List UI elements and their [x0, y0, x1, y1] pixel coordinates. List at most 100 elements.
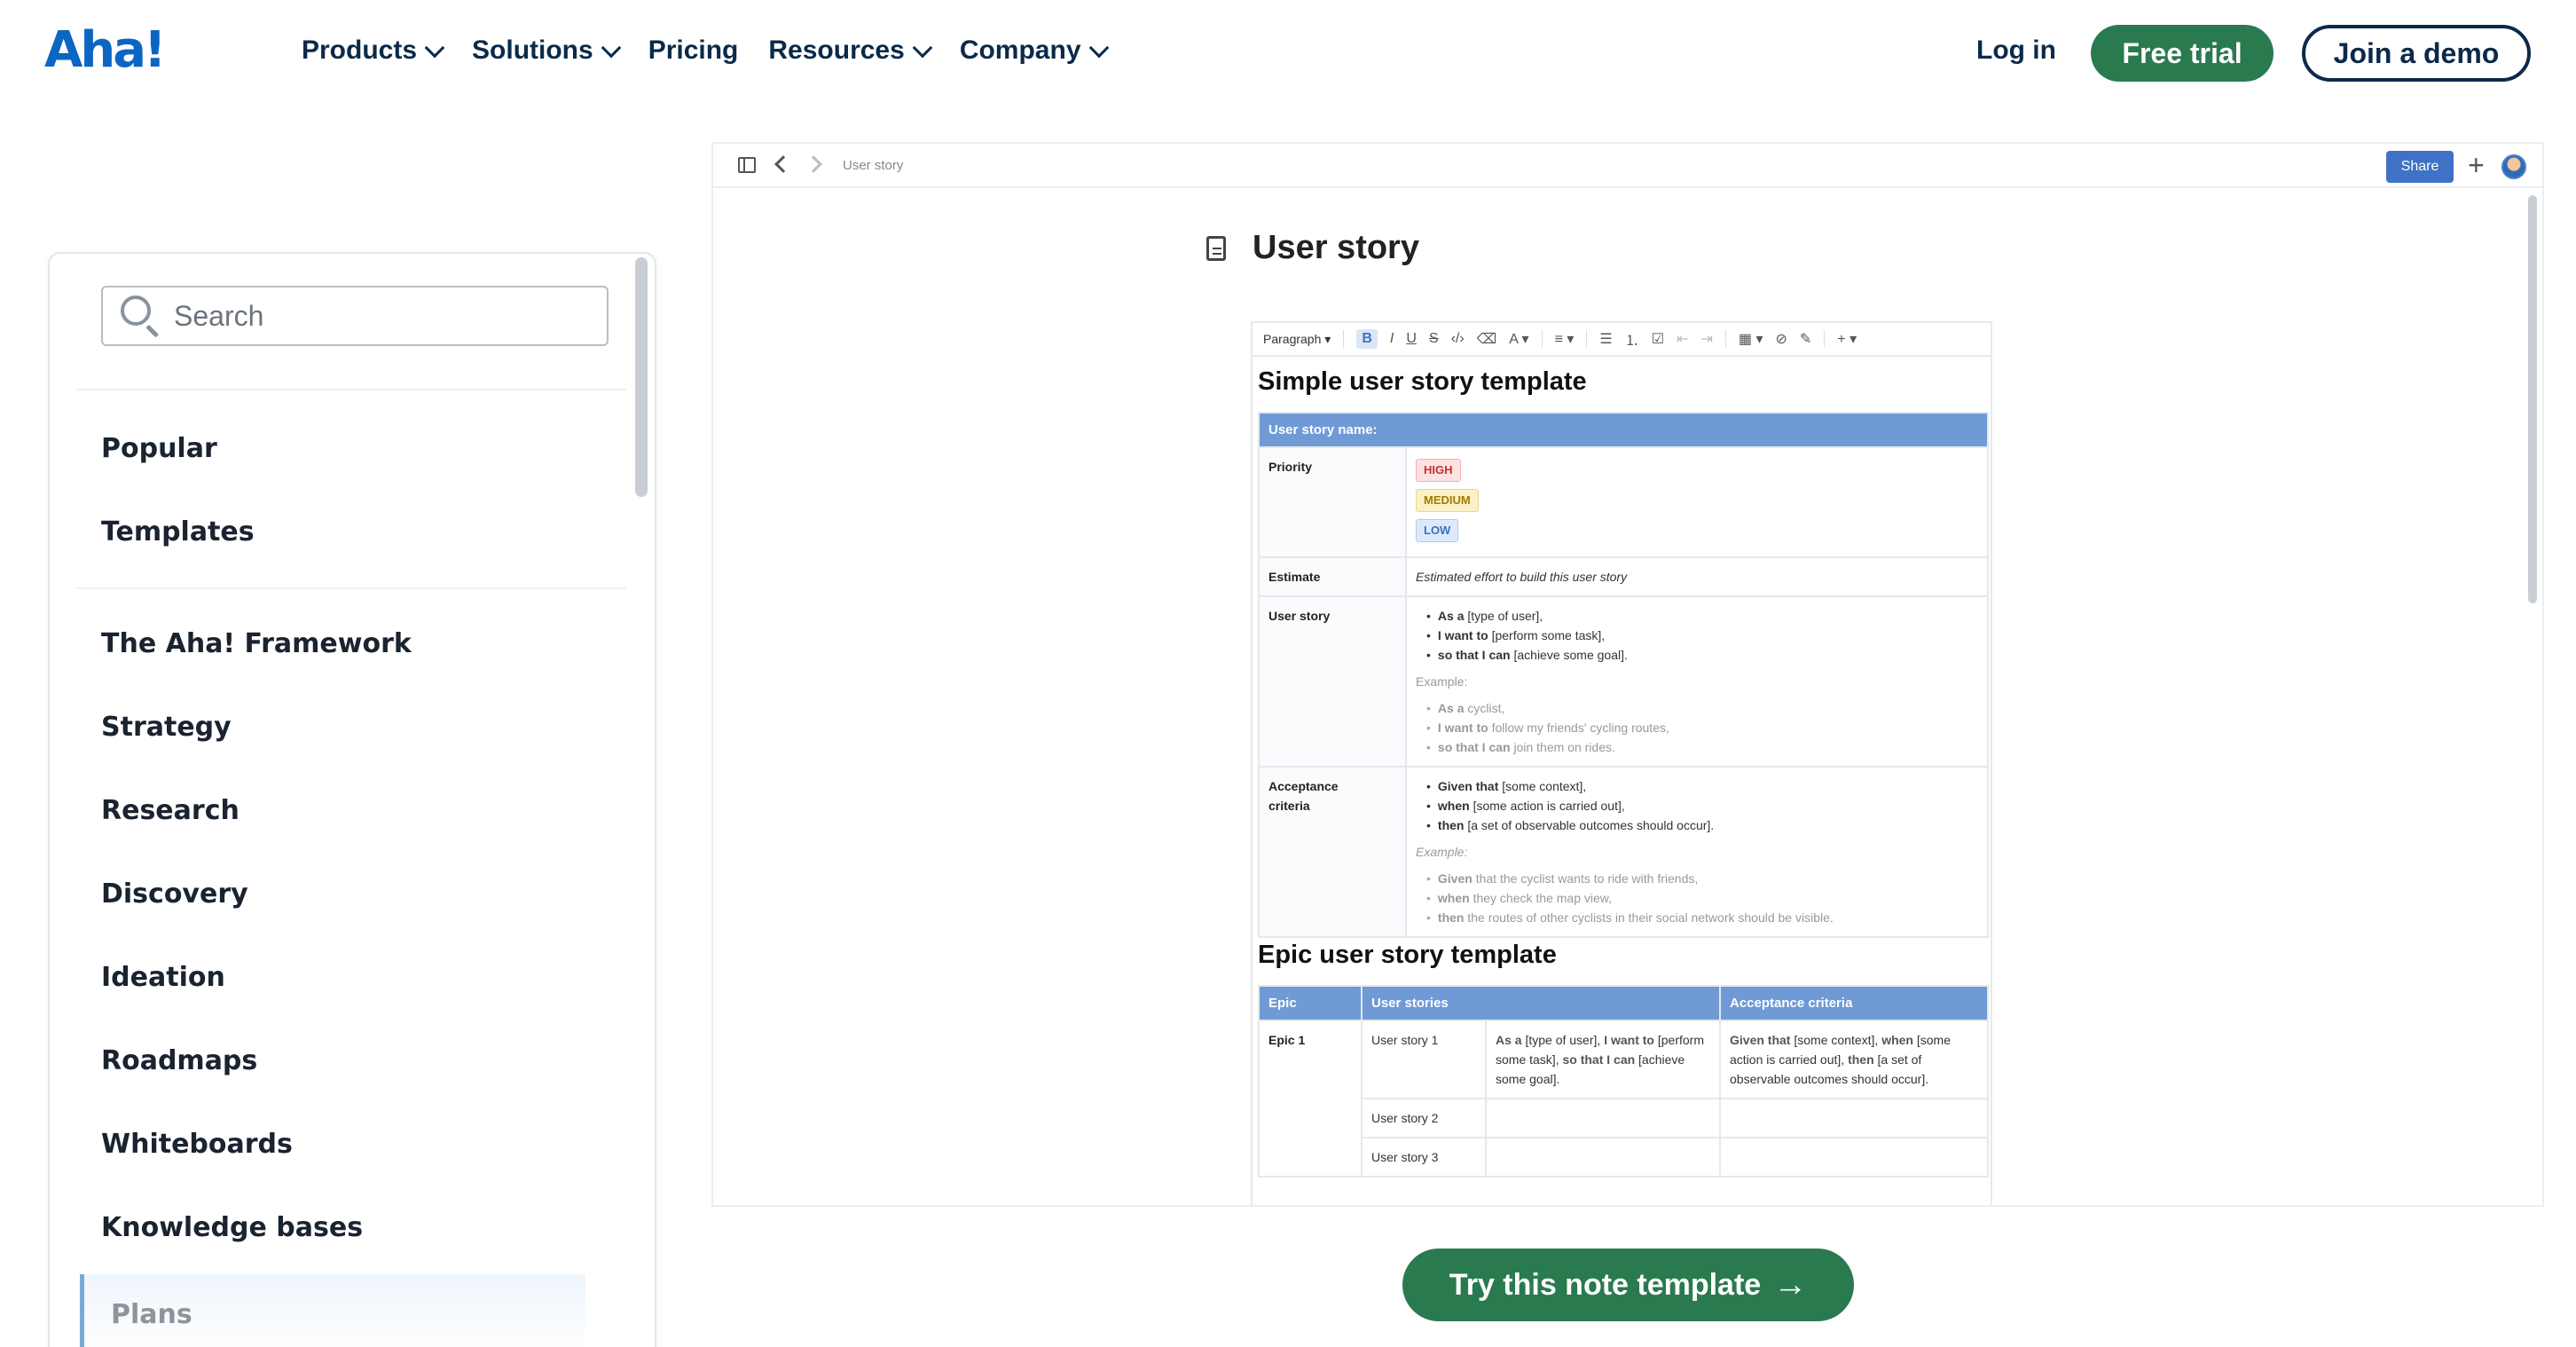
share-button: Share	[2386, 151, 2454, 183]
simple-template-heading: Simple user story template	[1258, 367, 1587, 396]
try-template-button[interactable]: Try this note template →	[1402, 1249, 1854, 1321]
chevron-down-icon	[1088, 37, 1109, 59]
chevron-down-icon	[912, 37, 933, 59]
acceptance-criteria-label: Acceptance criteria	[1258, 766, 1407, 938]
forward-arrow-icon	[805, 155, 822, 173]
nav-products[interactable]: Products	[302, 35, 445, 66]
col-acceptance-criteria: Acceptance criteria	[1719, 985, 1989, 1021]
sidebar-item-discovery[interactable]: Discovery	[101, 878, 248, 910]
breadcrumb: User story	[843, 158, 904, 173]
sidebar-item-plans[interactable]: Plans	[80, 1274, 585, 1347]
empty-cell	[1485, 1137, 1721, 1178]
empty-cell	[1719, 1098, 1989, 1138]
list-item: Given that [some context],	[1426, 776, 1978, 796]
arrow-right-icon: →	[1773, 1265, 1808, 1304]
epic-1-label: Epic 1	[1258, 1020, 1363, 1178]
sidebar-item-whiteboards[interactable]: Whiteboards	[101, 1129, 293, 1160]
note-editor: Paragraph ▾ B I U S ‹/› ⌫ A ▾ ≡ ▾ ☰ ⒈ ☑ …	[1251, 321, 1992, 1205]
col-epic: Epic	[1258, 985, 1363, 1021]
main-nav: Products Solutions Pricing Resources Com…	[302, 35, 1136, 66]
example-label: Example:	[1416, 845, 1468, 859]
epic-template-table: Epic User stories Acceptance criteria Ep…	[1258, 985, 1989, 1178]
table-row: User story As a [type of user], I want t…	[1258, 595, 1989, 768]
join-demo-button[interactable]: Join a demo	[2302, 25, 2531, 82]
doc-title: User story	[1253, 229, 1419, 266]
list-item: Given that the cyclist wants to ride wit…	[1426, 869, 1978, 888]
document-icon	[1206, 235, 1226, 261]
plus-icon: +	[2468, 149, 2485, 181]
outdent-icon: ⇤	[1677, 332, 1689, 347]
editor-toolbar: Paragraph ▾ B I U S ‹/› ⌫ A ▾ ≡ ▾ ☰ ⒈ ☑ …	[1253, 323, 1991, 357]
bullet-list-icon: ☰	[1599, 332, 1613, 347]
table-row: Priority HIGH MEDIUM LOW	[1258, 446, 1989, 558]
search-input[interactable]	[174, 299, 600, 333]
table-row: Acceptancecriteria Given that [some cont…	[1258, 766, 1989, 938]
sidebar-item-knowledge-bases[interactable]: Knowledge bases	[101, 1212, 363, 1243]
list-item: then [a set of observable outcomes shoul…	[1426, 815, 1978, 835]
sidebar-item-framework[interactable]: The Aha! Framework	[101, 628, 412, 659]
list-item: I want to [perform some task],	[1426, 626, 1978, 645]
sidebar-item-templates[interactable]: Templates	[101, 516, 255, 547]
priority-values: HIGH MEDIUM LOW	[1405, 446, 1989, 558]
priority-label: Priority	[1258, 446, 1407, 558]
align-icon: ≡ ▾	[1554, 332, 1575, 347]
user-story-1-text: As a [type of user], I want to [perform …	[1485, 1020, 1721, 1099]
table-row: User story 3	[1259, 1137, 1989, 1178]
estimate-value: Estimated effort to build this user stor…	[1405, 556, 1989, 597]
nav-pricing[interactable]: Pricing	[648, 35, 739, 66]
estimate-label: Estimate	[1258, 556, 1407, 597]
insert-plus-icon: + ▾	[1837, 332, 1857, 347]
user-story-label: User story	[1258, 595, 1407, 768]
strikethrough-icon: S	[1428, 331, 1439, 346]
sidebar-divider	[76, 587, 626, 589]
sidebar-item-popular[interactable]: Popular	[101, 433, 217, 464]
table-row: User story 2	[1259, 1098, 1989, 1138]
doc-title-row: User story	[1206, 229, 1419, 267]
table-row: Epic 1 User story 1 As a [type of user],…	[1258, 1020, 1989, 1178]
numbered-list-icon: ⒈	[1624, 334, 1639, 349]
nav-company-label: Company	[959, 35, 1081, 65]
link-icon: ⊘	[1775, 332, 1787, 347]
nav-solutions[interactable]: Solutions	[472, 35, 622, 66]
paragraph-style-select: Paragraph ▾	[1263, 331, 1331, 346]
list-item: so that I can [achieve some goal].	[1426, 645, 1978, 665]
aha-logo[interactable]: Aha!	[44, 21, 167, 79]
list-item: As a cyclist,	[1426, 698, 1978, 718]
preview-topbar: User story Share +	[713, 144, 2542, 188]
sidebar-search	[101, 286, 609, 346]
priority-low-badge: LOW	[1416, 519, 1459, 542]
epic-template-heading: Epic user story template	[1258, 941, 1557, 969]
list-item: when they check the map view,	[1426, 888, 1978, 908]
nav-company[interactable]: Company	[959, 35, 1109, 66]
col-user-stories: User stories	[1361, 985, 1721, 1021]
list-item: when [some action is carried out],	[1426, 796, 1978, 815]
sidebar-scrollbar[interactable]	[635, 257, 648, 497]
example-label: Example:	[1416, 674, 1468, 689]
sidebar-item-research[interactable]: Research	[101, 795, 240, 826]
table-row: Estimate Estimated effort to build this …	[1258, 556, 1989, 597]
bold-icon: B	[1356, 329, 1378, 349]
cta-label: Try this note template	[1449, 1267, 1762, 1302]
avatar	[2501, 154, 2526, 179]
italic-icon: I	[1389, 331, 1394, 346]
priority-medium-badge: MEDIUM	[1416, 489, 1479, 512]
user-story-cell: As a [type of user], I want to [perform …	[1405, 595, 1989, 768]
sidebar-divider	[76, 389, 626, 390]
chevron-down-icon	[601, 37, 622, 59]
user-story-1-ac: Given that [some context], when [some ac…	[1719, 1020, 1989, 1099]
eraser-icon: ⌫	[1476, 332, 1497, 347]
login-link[interactable]: Log in	[1976, 35, 2056, 66]
sidebar-item-ideation[interactable]: Ideation	[101, 962, 225, 993]
free-trial-button[interactable]: Free trial	[2091, 25, 2274, 82]
list-item: then the routes of other cyclists in the…	[1426, 908, 1978, 927]
code-icon: ‹/›	[1450, 331, 1465, 346]
chevron-down-icon	[424, 37, 445, 59]
nav-resources[interactable]: Resources	[768, 35, 933, 66]
empty-cell	[1485, 1098, 1721, 1138]
template-preview: User story Share + User story Paragraph …	[711, 142, 2544, 1207]
empty-cell	[1719, 1137, 1989, 1178]
sidebar-item-roadmaps[interactable]: Roadmaps	[101, 1045, 257, 1076]
table-header: User story name:	[1258, 412, 1989, 448]
sidebar-item-strategy[interactable]: Strategy	[101, 712, 232, 743]
templates-sidebar: Popular Templates The Aha! Framework Str…	[48, 252, 656, 1347]
